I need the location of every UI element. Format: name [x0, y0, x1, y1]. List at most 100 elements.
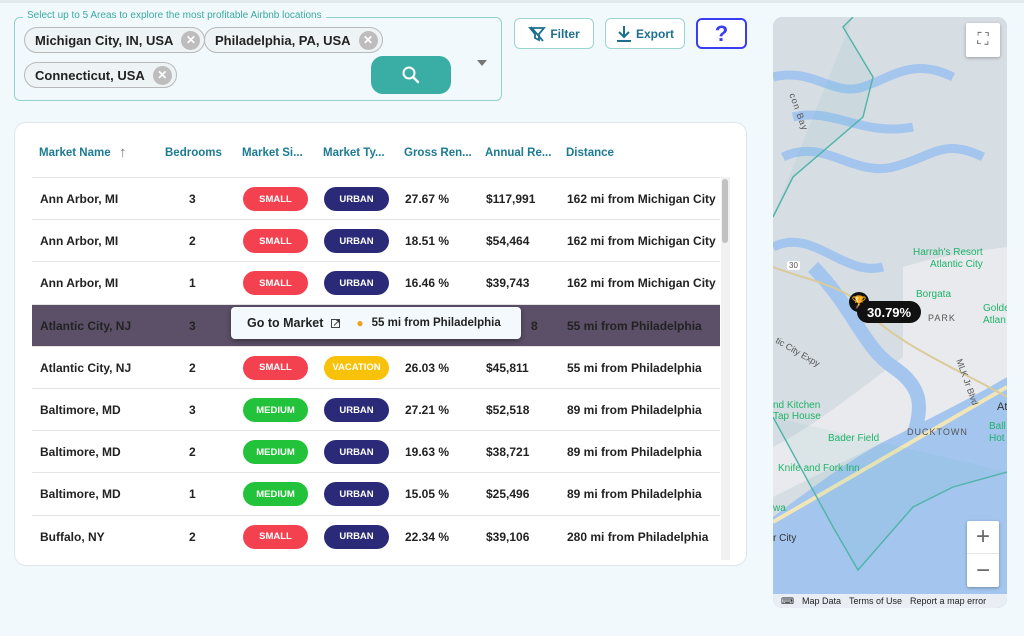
distance: 89 mi from Philadelphia: [567, 487, 702, 502]
sort-ascending-icon[interactable]: ↑: [119, 144, 127, 161]
bedrooms: 1: [189, 487, 196, 502]
map-label: PARK: [928, 313, 956, 323]
table-row[interactable]: Buffalo, NY 2 SMALL URBAN 22.34 % $39,106 2…: [32, 514, 720, 557]
col-distance[interactable]: Distance: [566, 147, 614, 159]
market-size-badge: SMALL: [243, 271, 308, 296]
bedrooms: 2: [189, 445, 196, 460]
filter-off-icon: [528, 25, 547, 42]
filter-button[interactable]: Filter: [514, 18, 594, 49]
col-market-name[interactable]: Market Name: [39, 147, 111, 159]
market-size-badge: SMALL: [243, 355, 308, 380]
map-poi-label: Golde: [983, 303, 1007, 314]
filter-label: Filter: [550, 26, 580, 41]
col-market-size[interactable]: Market Si...: [242, 147, 303, 159]
gross-rental: 26.03 %: [405, 360, 450, 375]
keyboard-icon[interactable]: ⌨: [781, 596, 794, 607]
table-row[interactable]: Ann Arbor, MI 2 SMALL URBAN 18.51 % $54,464…: [32, 219, 720, 261]
export-button[interactable]: Export: [605, 18, 685, 49]
annual-revenue: 8: [531, 318, 538, 333]
market-size-badge: MEDIUM: [243, 482, 308, 507]
col-annual-revenue[interactable]: Annual Re...: [485, 147, 551, 159]
tooltip-distance: 55 mi from Philadelphia: [371, 317, 501, 329]
col-bedrooms[interactable]: Bedrooms: [165, 147, 222, 159]
map-label: Atl: [997, 401, 1007, 413]
map-marker[interactable]: 30.79%: [857, 301, 922, 323]
market-name: Atlantic City, NJ: [40, 318, 132, 333]
area-chip: Connecticut, USA ✕: [24, 62, 177, 88]
table-row[interactable]: Ann Arbor, MI 1 SMALL URBAN 16.46 % $39,743…: [32, 261, 720, 303]
remove-chip-icon[interactable]: ✕: [152, 65, 172, 85]
row-tooltip: Go to Market ↗ ● 55 mi from Philadelphia: [231, 307, 521, 339]
market-name: Ann Arbor, MI: [40, 192, 119, 206]
search-button[interactable]: [371, 56, 451, 94]
market-name: Baltimore, MD: [40, 487, 121, 502]
map-poi-label: Bader Field: [828, 433, 880, 444]
report-error-link[interactable]: Report a map error: [910, 596, 986, 606]
table-row[interactable]: Baltimore, MD 3 MEDIUM URBAN 27.21 % $52,51…: [32, 388, 720, 430]
map-poi-label: Atlan: [983, 315, 1006, 326]
gross-rental: 18.51 %: [405, 234, 450, 249]
market-size-badge: MEDIUM: [243, 398, 308, 422]
distance: 280 mi from Philadelphia: [567, 529, 709, 544]
bedrooms: 2: [189, 360, 196, 375]
map-label: DUCKTOWN: [907, 427, 968, 437]
search-legend: Select up to 5 Areas to explore the most…: [23, 10, 326, 21]
search-icon: [402, 66, 420, 84]
fullscreen-icon[interactable]: ⛶: [966, 23, 1000, 57]
table-row[interactable]: Baltimore, MD 1 MEDIUM URBAN 15.05 % $25,49…: [32, 472, 720, 514]
external-link-icon[interactable]: ↗: [331, 318, 341, 328]
annual-revenue: $52,518: [486, 403, 530, 417]
col-market-type[interactable]: Market Ty...: [323, 147, 385, 159]
market-size-badge: MEDIUM: [243, 440, 308, 465]
remove-chip-icon[interactable]: ✕: [358, 30, 378, 50]
market-type-badge: VACATION: [324, 355, 389, 380]
table-row[interactable]: Ann Arbor, MI 3 SMALL URBAN 27.67 % $117,99…: [32, 177, 720, 219]
market-type-badge: URBAN: [324, 187, 389, 211]
distance: 89 mi from Philadelphia: [567, 403, 702, 417]
zoom-controls: + −: [967, 521, 999, 587]
export-label: Export: [635, 26, 674, 41]
distance: 55 mi from Philadelphia: [567, 318, 702, 333]
bedrooms: 3: [189, 318, 196, 333]
col-gross-rental[interactable]: Gross Ren...: [404, 147, 472, 159]
area-search-box[interactable]: Select up to 5 Areas to explore the most…: [14, 10, 502, 101]
map-label: r City: [773, 533, 797, 544]
distance: 162 mi from Michigan City: [567, 192, 716, 206]
route-shield: 30: [787, 261, 800, 270]
annual-revenue: $54,464: [486, 234, 530, 249]
market-name: Ann Arbor, MI: [40, 234, 119, 249]
market-size-badge: SMALL: [243, 524, 308, 549]
zoom-in-button[interactable]: +: [967, 521, 999, 554]
scrollbar-thumb[interactable]: [722, 179, 728, 243]
map-data-link[interactable]: Map Data: [802, 596, 841, 606]
map-poi-label: nd Kitchen: [773, 400, 821, 411]
market-name: Baltimore, MD: [40, 403, 121, 417]
go-to-market-link[interactable]: Go to Market: [247, 316, 323, 330]
market-type-badge: URBAN: [324, 398, 389, 422]
map[interactable]: con Bay Harrah's Resort Atlantic City Bo…: [773, 17, 1007, 608]
zoom-out-button[interactable]: −: [967, 554, 999, 587]
table-row[interactable]: Atlantic City, NJ 2 SMALL VACATION 26.03 % …: [32, 345, 720, 388]
chip-label: Michigan City, IN, USA: [35, 32, 174, 48]
table-scrollbar[interactable]: [721, 177, 730, 560]
annual-revenue: $39,743: [486, 276, 530, 291]
gross-rental: 27.21 %: [405, 403, 450, 417]
area-chip: Philadelphia, PA, USA ✕: [204, 27, 383, 53]
location-pin-icon: ●: [356, 316, 364, 330]
help-button[interactable]: ?: [696, 18, 747, 49]
bedrooms: 3: [189, 192, 196, 206]
annual-revenue: $117,991: [486, 192, 536, 206]
table-row[interactable]: Baltimore, MD 2 MEDIUM URBAN 19.63 % $38,72…: [32, 430, 720, 472]
distance: 89 mi from Philadelphia: [567, 445, 702, 460]
annual-revenue: $38,721: [486, 445, 530, 460]
distance: 55 mi from Philadelphia: [567, 360, 702, 375]
map-poi-label: wa: [773, 503, 786, 514]
annual-revenue: $45,811: [486, 360, 529, 375]
remove-chip-icon[interactable]: ✕: [181, 30, 201, 50]
annual-revenue: $25,496: [486, 487, 530, 502]
market-name: Buffalo, NY: [40, 529, 105, 544]
terms-link[interactable]: Terms of Use: [849, 596, 902, 606]
chip-label: Connecticut, USA: [35, 67, 145, 83]
market-type-badge: URBAN: [324, 482, 389, 507]
dropdown-arrow-icon[interactable]: [477, 60, 487, 66]
